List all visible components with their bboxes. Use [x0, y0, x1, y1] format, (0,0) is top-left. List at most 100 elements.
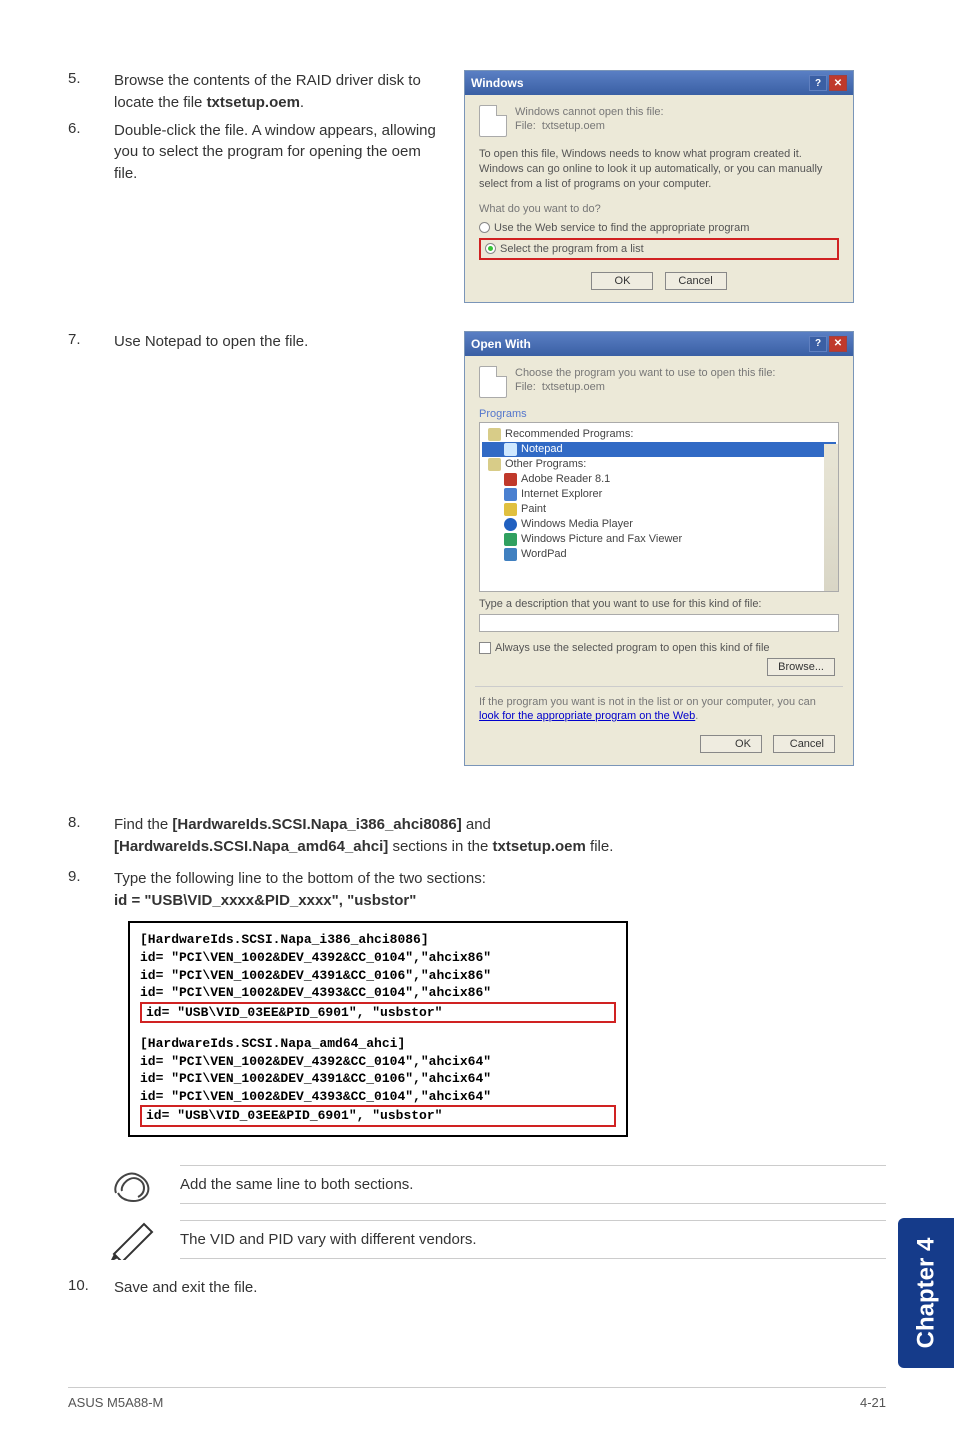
step-number: 10.	[68, 1277, 90, 1299]
highlighted-option: Select the program from a list	[479, 238, 839, 260]
folder-icon	[488, 428, 501, 441]
programs-label: Programs	[479, 408, 839, 420]
step-text: Use Notepad to open the file.	[114, 331, 308, 353]
item-label: Internet Explorer	[521, 488, 602, 500]
cancel-button[interactable]: Cancel	[773, 735, 835, 753]
text-bold: [HardwareIds.SCSI.Napa_amd64_ahci]	[114, 838, 388, 855]
ie-icon	[504, 488, 517, 501]
step-number: 5.	[68, 70, 90, 114]
picviewer-icon	[504, 533, 517, 546]
list-item[interactable]: Paint	[482, 502, 836, 517]
notepad-icon	[504, 443, 517, 456]
item-label: Paint	[521, 503, 546, 515]
code-line: id= "PCI\VEN_1002&DEV_4392&CC_0104","ahc…	[140, 1053, 616, 1071]
step-5: 5. Browse the contents of the RAID drive…	[68, 70, 446, 114]
radio-label: Select the program from a list	[500, 243, 644, 255]
radio-label: Use the Web service to find the appropri…	[494, 222, 749, 234]
file-row: File: txtsetup.oem	[515, 380, 776, 394]
dialog-heading: Choose the program you want to use to op…	[515, 366, 776, 380]
list-item[interactable]: WordPad	[482, 547, 836, 562]
step-number: 6.	[68, 120, 90, 185]
file-icon	[479, 105, 507, 137]
always-use-checkbox[interactable]: Always use the selected program to open …	[479, 642, 839, 654]
text: file.	[586, 838, 614, 855]
list-item[interactable]: Adobe Reader 8.1	[482, 472, 836, 487]
checkbox-icon	[479, 642, 491, 654]
file-label: File:	[515, 120, 536, 132]
radio-web-service[interactable]: Use the Web service to find the appropri…	[479, 222, 839, 234]
ok-button[interactable]: OK	[700, 735, 762, 753]
file-label: File:	[515, 381, 536, 393]
code-line: id= "PCI\VEN_1002&DEV_4391&CC_0106","ahc…	[140, 1070, 616, 1088]
code-line: [HardwareIds.SCSI.Napa_amd64_ahci]	[140, 1035, 616, 1053]
help-icon[interactable]: ?	[809, 75, 827, 91]
text: .	[695, 710, 698, 722]
code-line: id= "PCI\VEN_1002&DEV_4393&CC_0104","ahc…	[140, 1088, 616, 1106]
text: Type the following line to the bottom of…	[114, 870, 486, 887]
list-group-other: Other Programs:	[482, 457, 836, 472]
radio-icon	[485, 243, 496, 254]
open-with-dialog: Open With ? ✕ Choose the program you wan…	[464, 331, 854, 767]
step-number: 8.	[68, 814, 90, 858]
highlighted-code-line: id= "USB\VID_03EE&PID_6901", "usbstor"	[140, 1105, 616, 1127]
step-number: 7.	[68, 331, 90, 353]
file-name: txtsetup.oem	[542, 120, 605, 132]
list-item[interactable]: Internet Explorer	[482, 487, 836, 502]
description-input[interactable]	[479, 614, 839, 632]
step-6: 6. Double-click the file. A window appea…	[68, 120, 446, 185]
scrollbar[interactable]	[824, 444, 838, 591]
help-icon[interactable]: ?	[809, 336, 827, 352]
step-text: Find the [HardwareIds.SCSI.Napa_i386_ahc…	[114, 814, 613, 858]
code-line: id= "PCI\VEN_1002&DEV_4391&CC_0106","ahc…	[140, 967, 616, 985]
close-icon[interactable]: ✕	[829, 336, 847, 352]
footer-product: ASUS M5A88-M	[68, 1395, 163, 1410]
file-row: File: txtsetup.oem	[515, 119, 664, 133]
text: If the program you want is not in the li…	[479, 696, 816, 708]
note-callout: Add the same line to both sections.	[108, 1161, 886, 1208]
web-link[interactable]: look for the appropriate program on the …	[479, 710, 695, 722]
list-item[interactable]: Windows Picture and Fax Viewer	[482, 532, 836, 547]
note-callout: The VID and PID vary with different vend…	[108, 1216, 886, 1263]
highlighted-code-line: id= "USB\VID_03EE&PID_6901", "usbstor"	[140, 1002, 616, 1024]
step-8: 8. Find the [HardwareIds.SCSI.Napa_i386_…	[68, 814, 886, 858]
text-bold: id = "USB\VID_xxxx&PID_xxxx", "usbstor"	[114, 892, 416, 909]
code-line: id= "PCI\VEN_1002&DEV_4393&CC_0104","ahc…	[140, 984, 616, 1002]
radio-icon	[479, 222, 490, 233]
note-text: Add the same line to both sections.	[180, 1170, 886, 1199]
item-label: Notepad	[521, 443, 563, 455]
step-7: 7. Use Notepad to open the file.	[68, 331, 446, 353]
paint-icon	[504, 503, 517, 516]
list-item[interactable]: Windows Media Player	[482, 517, 836, 532]
footer-rule	[68, 1387, 886, 1388]
footer-page-number: 4-21	[860, 1395, 886, 1410]
radio-select-from-list[interactable]: Select the program from a list	[485, 243, 833, 255]
item-label: WordPad	[521, 548, 567, 560]
step-text: Browse the contents of the RAID driver d…	[114, 70, 446, 114]
dialog-title: Windows	[471, 76, 524, 90]
pencil-icon	[108, 1218, 158, 1260]
page-footer: ASUS M5A88-M 4-21	[68, 1395, 886, 1410]
file-icon	[479, 366, 507, 398]
wmp-icon	[504, 518, 517, 531]
ok-button[interactable]: OK	[591, 272, 653, 290]
paperclip-icon	[108, 1163, 158, 1205]
step-text: Type the following line to the bottom of…	[114, 868, 486, 912]
code-line: [HardwareIds.SCSI.Napa_i386_ahci8086]	[140, 931, 616, 949]
close-icon[interactable]: ✕	[829, 75, 847, 91]
text: Find the	[114, 816, 172, 833]
text: .	[300, 94, 304, 111]
list-group-recommended: Recommended Programs:	[482, 427, 836, 442]
prompt: What do you want to do?	[479, 202, 839, 216]
app-icon	[504, 473, 517, 486]
filename-bold: txtsetup.oem	[207, 94, 300, 111]
list-item-notepad[interactable]: Notepad	[482, 442, 836, 457]
text-bold: txtsetup.oem	[493, 838, 586, 855]
item-label: Windows Media Player	[521, 518, 633, 530]
programs-listbox[interactable]: Recommended Programs: Notepad Other Prog…	[479, 422, 839, 592]
note-text: The VID and PID vary with different vend…	[180, 1225, 886, 1254]
item-label: Windows Picture and Fax Viewer	[521, 533, 682, 545]
step-text: Double-click the file. A window appears,…	[114, 120, 446, 185]
cancel-button[interactable]: Cancel	[665, 272, 727, 290]
file-name: txtsetup.oem	[542, 381, 605, 393]
browse-button[interactable]: Browse...	[767, 658, 835, 676]
